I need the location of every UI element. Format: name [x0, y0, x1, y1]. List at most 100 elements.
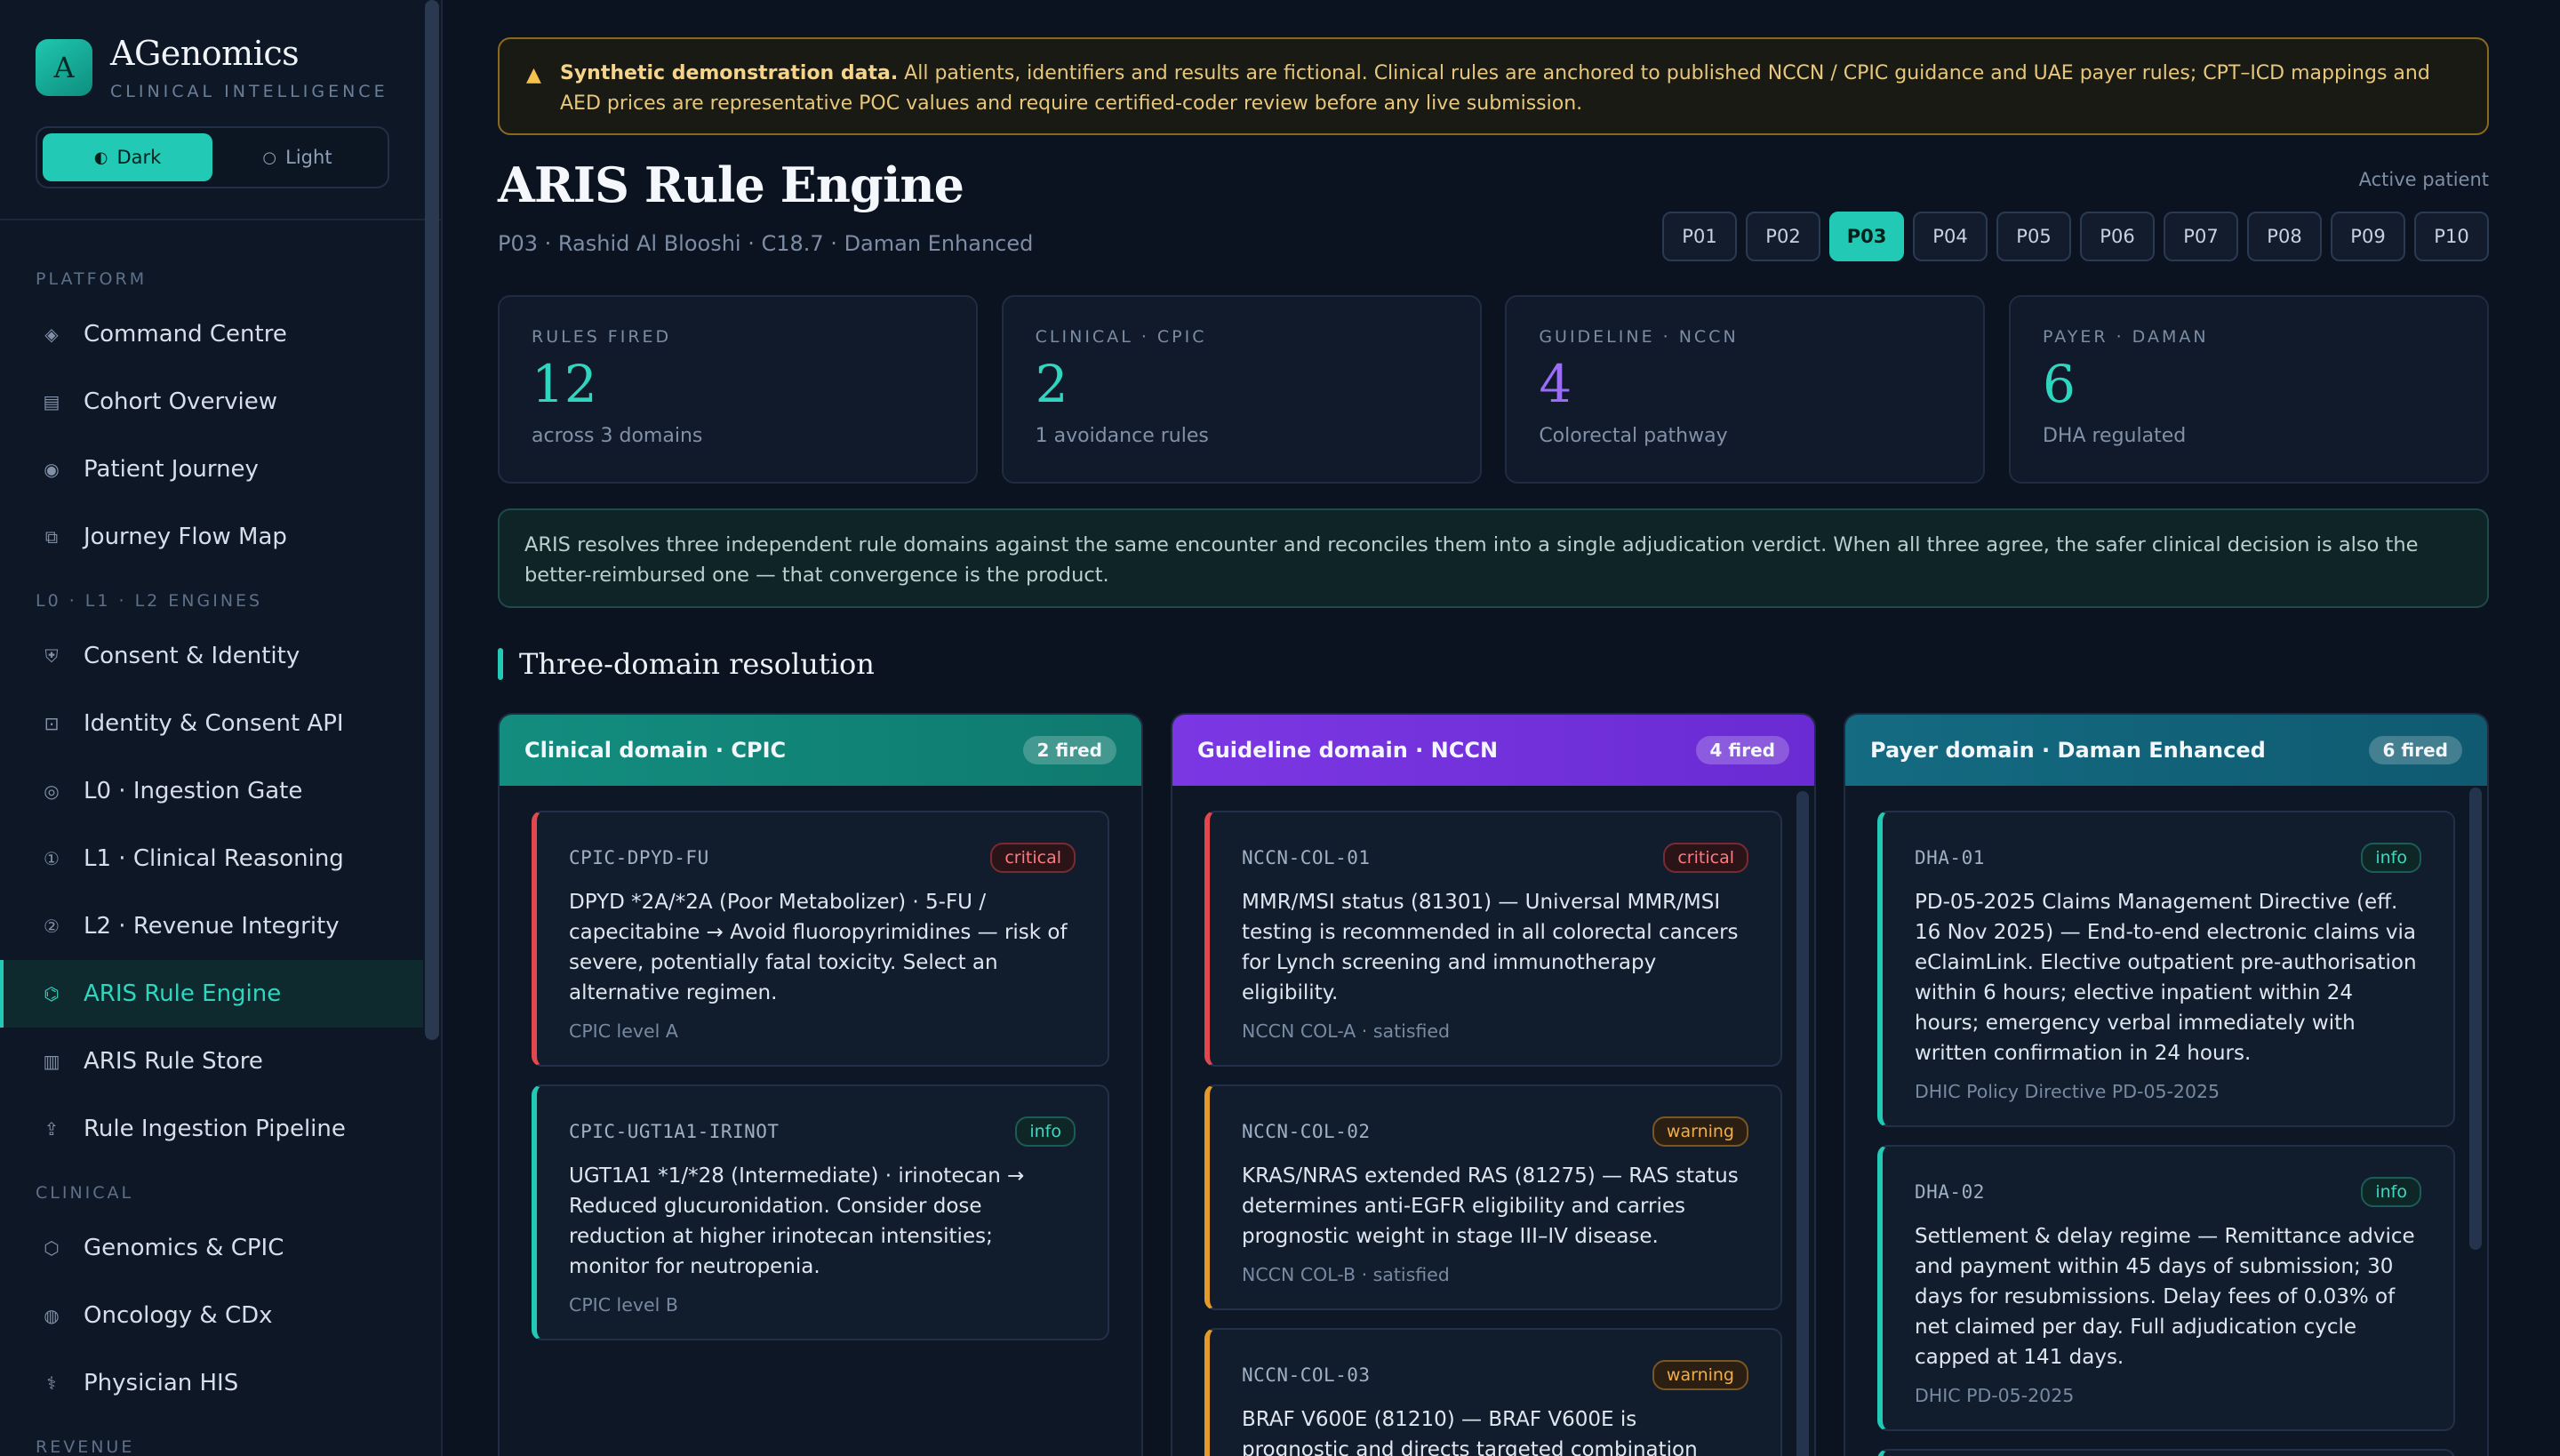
patient-chip-p08[interactable]: P08	[2247, 212, 2322, 261]
patient-chip-p01[interactable]: P01	[1662, 212, 1737, 261]
sidebar-item-patient-journey[interactable]: ◉ Patient Journey	[0, 436, 423, 503]
brand-subtitle: CLINICAL INTELLIGENCE	[110, 82, 388, 101]
theme-light-button[interactable]: ○ Light	[212, 133, 382, 181]
rule-card[interactable]: CPIC-DPYD-FU critical DPYD *2A/*2A (Poor M…	[532, 811, 1109, 1067]
patient-chip-p05[interactable]: P05	[1996, 212, 2071, 261]
fired-count-badge: 4 fired	[1695, 736, 1789, 764]
domain-column: Clinical domain · CPIC 2 fired CPIC-DPYD-F…	[498, 713, 1143, 1456]
hexagon-icon: ⬡	[44, 1237, 60, 1259]
rule-card-header: NCCN-COL-02 warning	[1242, 1116, 1748, 1147]
severity-badge: critical	[1663, 843, 1748, 873]
rule-text: PD-05-2025 Claims Management Directive (…	[1915, 891, 2417, 1065]
nav-section-title: L0 · L1 · L2 ENGINES	[36, 591, 263, 611]
nav-section-title: CLINICAL	[36, 1183, 134, 1203]
sidebar-item-aris-rule-store[interactable]: ▥ ARIS Rule Store	[0, 1028, 423, 1095]
sidebar-item-label: Cohort Overview	[84, 388, 278, 415]
rule-id: NCCN-COL-03	[1242, 1364, 1371, 1386]
sidebar-item-oncology-cdx[interactable]: ◍ Oncology & CDx	[0, 1282, 423, 1349]
severity-badge: info	[1015, 1116, 1076, 1147]
rule-source: DHIC Policy Directive PD-05-2025	[1915, 1081, 2220, 1102]
severity-badge: warning	[1652, 1116, 1748, 1147]
rule-card[interactable]	[1877, 1449, 2455, 1456]
sidebar-item-l2-revenue-integrity[interactable]: ② L2 · Revenue Integrity	[0, 892, 423, 960]
sidebar-scrollbar[interactable]	[425, 0, 439, 1040]
rule-card[interactable]: CPIC-UGT1A1-IRINOT info UGT1A1 *1/*28 (Int…	[532, 1084, 1109, 1340]
sidebar-item-label: Oncology & CDx	[84, 1302, 273, 1329]
patient-chip-p03[interactable]: P03	[1829, 212, 1904, 261]
rule-card[interactable]: NCCN-COL-02 warning KRAS/NRAS extended RAS…	[1204, 1084, 1782, 1310]
demo-data-banner: ▲ Synthetic demonstration data. All pati…	[498, 37, 2489, 135]
rule-card-header: DHA-01 info	[1915, 843, 2421, 873]
patient-chip-p07[interactable]: P07	[2164, 212, 2238, 261]
sidebar-item-label: Patient Journey	[84, 456, 259, 483]
patient-chip-p02[interactable]: P02	[1746, 212, 1820, 261]
sidebar-item-journey-flow-map[interactable]: ⧉ Journey Flow Map	[0, 503, 423, 571]
stat-label: CLINICAL · CPIC	[1035, 327, 1207, 347]
sidebar-item-label: ARIS Rule Store	[84, 1048, 263, 1075]
stat-value: 12	[532, 354, 597, 414]
sidebar-item-rule-ingestion-pipeline[interactable]: ⇪ Rule Ingestion Pipeline	[0, 1095, 423, 1163]
stats-row: RULES FIRED 12 across 3 domains CLINICAL · …	[498, 295, 2489, 484]
rule-card[interactable]: DHA-01 info PD-05-2025 Claims Management D…	[1877, 811, 2455, 1127]
caduceus-icon: ⚕	[46, 1372, 57, 1394]
sidebar-item-label: Physician HIS	[84, 1370, 239, 1396]
target-icon: ◎	[44, 780, 60, 802]
id-card-icon: ⊡	[44, 713, 60, 734]
sidebar-item-consent-identity[interactable]: ⛨ Consent & Identity	[0, 622, 423, 690]
page-subtitle: P03 · Rashid Al Blooshi · C18.7 · Daman …	[498, 231, 1034, 256]
nav-section-title: REVENUE	[36, 1437, 135, 1456]
sidebar-item-identity-consent-api[interactable]: ⊡ Identity & Consent API	[0, 690, 423, 757]
stat-value: 4	[1539, 354, 1572, 414]
theme-light-label: Light	[285, 147, 332, 168]
severity-badge: critical	[990, 843, 1076, 873]
sidebar-item-l1-clinical-reasoning[interactable]: ① L1 · Clinical Reasoning	[0, 825, 423, 892]
sidebar-item-aris-rule-engine[interactable]: ⌬ ARIS Rule Engine	[0, 960, 423, 1028]
rule-card[interactable]: NCCN-COL-01 critical MMR/MSI status (81301…	[1204, 811, 1782, 1067]
sidebar-item-label: L1 · Clinical Reasoning	[84, 845, 344, 872]
domain-column: Payer domain · Daman Enhanced 6 fired DHA-…	[1844, 713, 2489, 1456]
sidebar-item-l0-ingestion-gate[interactable]: ◎ L0 · Ingestion Gate	[0, 757, 423, 825]
patient-chip-p09[interactable]: P09	[2331, 212, 2405, 261]
rule-text: UGT1A1 *1/*28 (Intermediate) · irinoteca…	[569, 1164, 1025, 1278]
fired-count-badge: 2 fired	[1022, 736, 1116, 764]
sidebar-item-physician-his[interactable]: ⚕ Physician HIS	[0, 1349, 423, 1417]
domain-rule-list: CPIC-DPYD-FU critical DPYD *2A/*2A (Poor M…	[500, 786, 1141, 1340]
patient-chip-p04[interactable]: P04	[1913, 212, 1988, 261]
rule-id: NCCN-COL-01	[1242, 847, 1371, 868]
stat-card: PAYER · DAMAN 6 DHA regulated	[2008, 295, 2489, 484]
domain-column: Guideline domain · NCCN 4 fired NCCN-COL-0…	[1171, 713, 1816, 1456]
stat-card: CLINICAL · CPIC 2 1 avoidance rules	[1001, 295, 1482, 484]
sidebar-item-command-centre[interactable]: ◈ Command Centre	[0, 300, 423, 368]
column-scrollbar[interactable]	[2469, 788, 2482, 1250]
fired-count-badge: 6 fired	[2368, 736, 2462, 764]
sidebar-item-label: Rule Ingestion Pipeline	[84, 1116, 346, 1142]
rule-source: NCCN COL-A · satisfied	[1242, 1020, 1451, 1042]
stat-label: RULES FIRED	[532, 327, 672, 347]
patient-chip-p10[interactable]: P10	[2414, 212, 2489, 261]
sidebar: A AGenomics CLINICAL INTELLIGENCE ◐ Dark…	[0, 0, 443, 1456]
patient-selector: P01 P02 P03 P04 P05 P06 P07 P08 P09 P10	[1653, 212, 2489, 261]
engine-icon: ⌬	[44, 983, 60, 1004]
theme-dark-label: Dark	[116, 147, 162, 168]
stat-label: GUIDELINE · NCCN	[1539, 327, 1739, 347]
circle-one-icon: ①	[44, 848, 60, 869]
theme-dark-button[interactable]: ◐ Dark	[43, 133, 212, 181]
brand[interactable]: A AGenomics CLINICAL INTELLIGENCE	[36, 34, 388, 101]
patient-chip-p06[interactable]: P06	[2080, 212, 2155, 261]
sidebar-item-cohort-overview[interactable]: ▤ Cohort Overview	[0, 368, 423, 436]
domain-rule-list: DHA-01 info PD-05-2025 Claims Management D…	[1845, 786, 2487, 1456]
rule-text: KRAS/NRAS extended RAS (81275) — RAS sta…	[1242, 1164, 1739, 1248]
rule-id: CPIC-DPYD-FU	[569, 847, 709, 868]
rule-text: MMR/MSI status (81301) — Universal MMR/M…	[1242, 891, 1739, 1004]
rule-id: NCCN-COL-02	[1242, 1121, 1371, 1142]
sidebar-item-genomics-cpic[interactable]: ⬡ Genomics & CPIC	[0, 1214, 423, 1282]
rule-card[interactable]: NCCN-COL-03 warning BRAF V600E (81210) — B…	[1204, 1328, 1782, 1456]
sidebar-nav: PLATFORM ◈ Command Centre ▤ Cohort Overview ◉…	[0, 267, 423, 1456]
domain-header: Guideline domain · NCCN 4 fired	[1172, 715, 1814, 786]
rule-id: CPIC-UGT1A1-IRINOT	[569, 1121, 780, 1142]
domain-rule-list: NCCN-COL-01 critical MMR/MSI status (81301…	[1172, 786, 1814, 1456]
column-scrollbar[interactable]	[1796, 791, 1809, 1456]
rule-card[interactable]: DHA-02 info Settlement & delay regime — Re…	[1877, 1145, 2455, 1431]
brand-name: AGenomics	[110, 34, 300, 73]
rule-source: DHIC PD-05-2025	[1915, 1385, 2075, 1406]
